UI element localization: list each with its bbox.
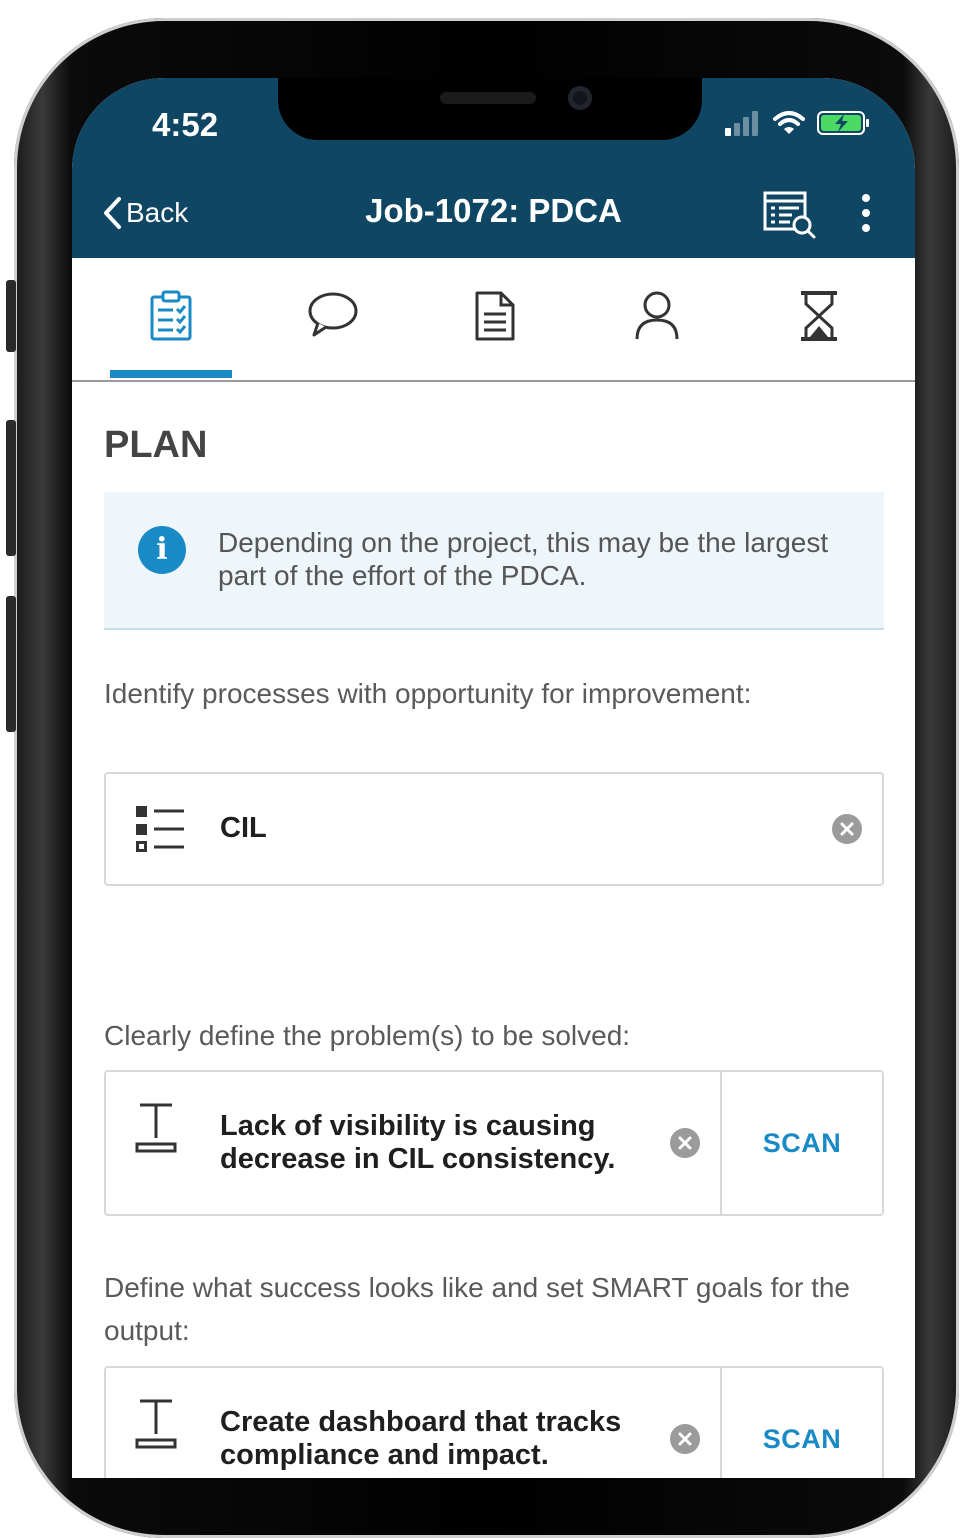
field-label-success: Define what success looks like and set S… <box>104 1272 850 1346</box>
front-camera <box>568 86 592 110</box>
info-text: Depending on the project, this may be th… <box>218 527 829 591</box>
problem-field[interactable]: Lack of visibility is causing decrease i… <box>104 1070 884 1216</box>
clear-processes-button[interactable] <box>832 814 862 844</box>
document-icon <box>475 291 515 341</box>
signal-icon <box>725 111 758 136</box>
notch <box>278 78 702 140</box>
volume-up-button <box>6 420 16 556</box>
more-vertical-icon <box>862 194 870 232</box>
problem-value: Lack of visibility is causing decrease i… <box>220 1110 616 1175</box>
more-options-button[interactable] <box>858 192 874 239</box>
info-icon: i <box>138 526 186 574</box>
tab-bar <box>72 258 915 382</box>
active-tab-indicator <box>110 370 232 378</box>
success-goals-value: Create dashboard that tracks compliance … <box>220 1406 622 1471</box>
list-icon <box>136 806 184 852</box>
success-goals-field[interactable]: Create dashboard that tracks compliance … <box>104 1366 884 1478</box>
tab-comments[interactable] <box>252 258 414 380</box>
mute-switch <box>6 280 16 352</box>
section-title: PLAN <box>104 424 208 466</box>
info-box: i Depending on the project, this may be … <box>104 492 884 630</box>
field-label-processes: Identify processes with opportunity for … <box>104 678 752 709</box>
text-field-icon <box>135 1399 177 1449</box>
clear-problem-button[interactable] <box>670 1128 700 1158</box>
report-search-icon <box>763 191 816 239</box>
field-label-problem: Clearly define the problem(s) to be solv… <box>104 1020 631 1051</box>
tab-document[interactable] <box>414 258 576 380</box>
report-search-button[interactable] <box>762 190 818 245</box>
speaker <box>440 92 536 104</box>
chat-bubble-icon <box>308 292 358 337</box>
close-icon <box>840 822 854 836</box>
processes-field[interactable]: CIL <box>104 772 884 886</box>
tab-history[interactable] <box>738 258 900 380</box>
status-time: 4:52 <box>152 106 219 143</box>
battery-charging-icon <box>817 111 869 135</box>
clipboard-checklist-icon <box>150 290 192 341</box>
scan-success-goals-button[interactable]: SCAN <box>720 1368 882 1478</box>
processes-value: CIL <box>220 812 267 844</box>
scan-problem-button[interactable]: SCAN <box>720 1072 882 1214</box>
tab-checklist[interactable] <box>90 258 252 380</box>
user-icon <box>635 291 679 340</box>
close-icon <box>678 1432 692 1446</box>
hourglass-icon <box>801 291 837 341</box>
volume-down-button <box>6 596 16 732</box>
screen: 4:52 Back Job-1072: PDCA PLAN i Dependin… <box>72 78 915 1478</box>
text-field-icon <box>135 1103 177 1153</box>
close-icon <box>678 1136 692 1150</box>
status-icons <box>725 110 871 136</box>
tab-user[interactable] <box>576 258 738 380</box>
wifi-icon <box>773 111 805 134</box>
